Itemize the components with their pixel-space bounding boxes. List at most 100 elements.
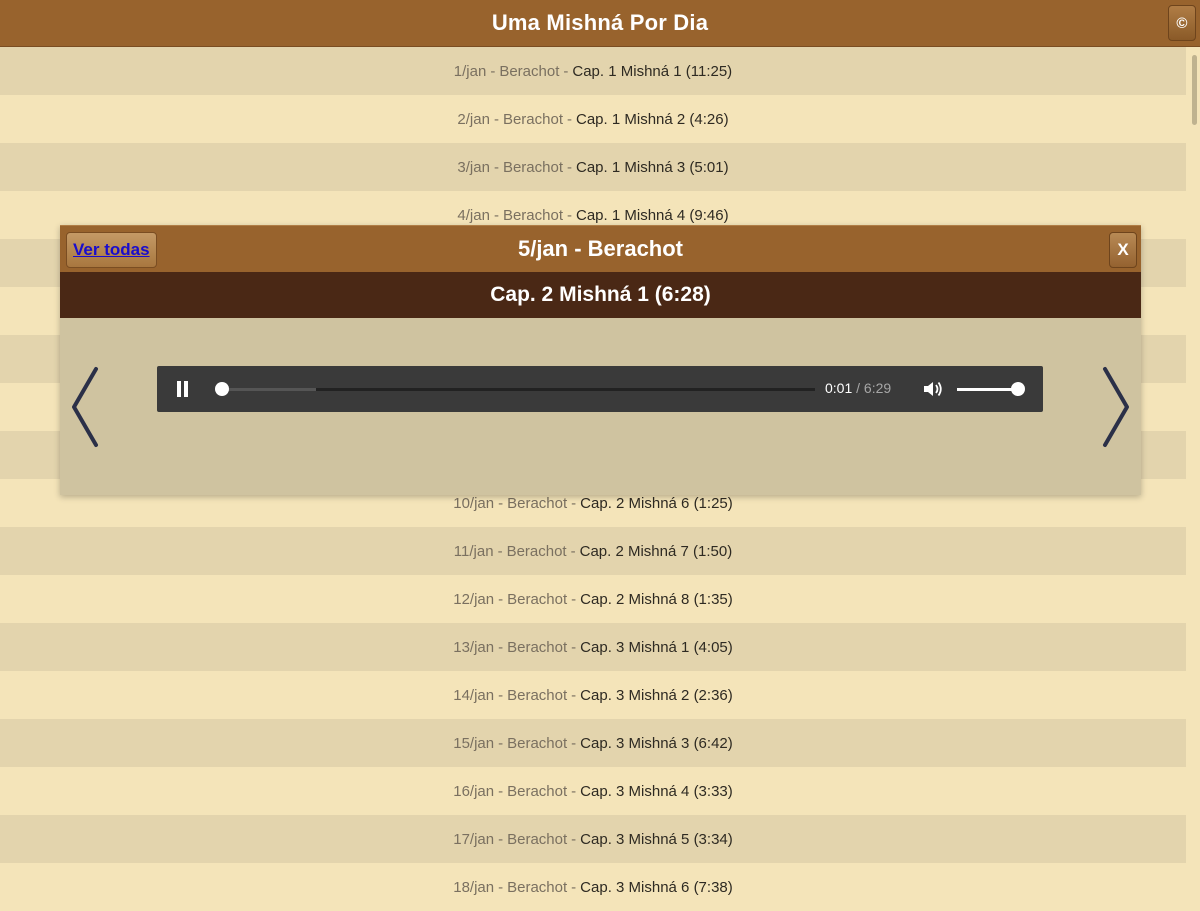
list-item-separator: - [571, 638, 577, 656]
time-display: 0:01 / 6:29 [825, 380, 891, 396]
list-item-chapter: Cap. 3 Mishná 4 (3:33) [580, 782, 733, 800]
list-item-date: 14/jan [453, 686, 495, 704]
pause-icon[interactable] [177, 381, 189, 397]
volume-icon[interactable] [922, 379, 944, 399]
list-item[interactable]: 16/jan - Berachot - Cap. 3 Mishná 4 (3:33) [0, 767, 1186, 815]
list-item-separator: - [571, 782, 577, 800]
audio-player: 0:01 / 6:29 [157, 366, 1043, 412]
copyright-icon: © [1176, 14, 1188, 32]
modal-header: Ver todas 5/jan - Berachot X [60, 225, 1141, 272]
list-item-separator: - [571, 686, 577, 704]
list-item-chapter: Cap. 3 Mishná 2 (2:36) [580, 686, 733, 704]
prev-button[interactable] [65, 365, 105, 449]
list-item-separator: - [567, 110, 572, 128]
list-item-separator: - [571, 830, 577, 848]
list-item-separator: - [498, 830, 504, 848]
list-item-date: 17/jan [453, 830, 495, 848]
list-item[interactable]: 15/jan - Berachot - Cap. 3 Mishná 3 (6:42) [0, 719, 1186, 767]
modal-subtitle: Cap. 2 Mishná 1 (6:28) [60, 272, 1141, 318]
player-modal: Ver todas 5/jan - Berachot X Cap. 2 Mish… [60, 225, 1141, 495]
volume-track[interactable] [957, 388, 1019, 391]
list-item-chapter: Cap. 2 Mishná 7 (1:50) [579, 542, 733, 560]
list-item-chapter: Cap. 1 Mishná 4 (9:46) [576, 206, 729, 224]
scrollbar[interactable] [1186, 47, 1200, 900]
list-item-chapter: Cap. 3 Mishná 5 (3:34) [580, 830, 733, 848]
list-item-tractate: Berachot [507, 878, 568, 896]
list-item-date: 12/jan [453, 590, 495, 608]
total-time: 6:29 [863, 380, 892, 396]
next-button[interactable] [1096, 365, 1136, 449]
list-item-separator: - [493, 110, 499, 128]
list-item[interactable]: 14/jan - Berachot - Cap. 3 Mishná 2 (2:36) [0, 671, 1186, 719]
info-button[interactable]: © [1168, 5, 1196, 41]
list-item-tractate: Berachot [502, 158, 563, 176]
volume-knob[interactable] [1011, 382, 1025, 396]
list-item-tractate: Berachot [507, 734, 568, 752]
chevron-left-icon [72, 367, 98, 447]
ver-todas-button[interactable]: Ver todas [66, 232, 157, 268]
list-item-chapter: Cap. 3 Mishná 6 (7:38) [580, 878, 733, 896]
chevron-right-icon [1103, 367, 1129, 447]
list-item-separator: - [498, 734, 504, 752]
list-item-separator: - [497, 542, 503, 560]
list-item-tractate: Berachot [506, 542, 567, 560]
app-title: Uma Mishná Por Dia [491, 10, 709, 35]
list-item-tractate: Berachot [502, 206, 563, 224]
list-item-tractate: Berachot [507, 494, 568, 512]
list-item-separator: - [571, 494, 577, 512]
list-item[interactable]: 13/jan - Berachot - Cap. 3 Mishná 1 (4:05) [0, 623, 1186, 671]
list-item-date: 15/jan [453, 734, 495, 752]
current-time: 0:01 [825, 380, 853, 396]
list-item-date: 1/jan [453, 62, 487, 80]
list-item-separator: - [498, 590, 504, 608]
list-item-chapter: Cap. 1 Mishná 2 (4:26) [576, 110, 729, 128]
list-item-tractate: Berachot [507, 686, 568, 704]
list-item-date: 13/jan [453, 638, 495, 656]
list-item-tractate: Berachot [507, 782, 568, 800]
list-item[interactable]: 3/jan - Berachot - Cap. 1 Mishná 3 (5:01) [0, 143, 1186, 191]
list-item[interactable]: 18/jan - Berachot - Cap. 3 Mishná 6 (7:38) [0, 863, 1186, 911]
progress-track[interactable] [215, 382, 815, 396]
modal-title: 5/jan - Berachot [517, 236, 684, 261]
list-item-chapter: Cap. 3 Mishná 3 (6:42) [580, 734, 733, 752]
list-item[interactable]: 12/jan - Berachot - Cap. 2 Mishná 8 (1:35) [0, 575, 1186, 623]
list-item-date: 10/jan [453, 494, 495, 512]
list-item-separator: - [571, 590, 577, 608]
close-button[interactable]: X [1109, 232, 1137, 268]
list-item-separator: - [563, 62, 569, 80]
list-item[interactable]: 17/jan - Berachot - Cap. 3 Mishná 5 (3:34) [0, 815, 1186, 863]
list-item-tractate: Berachot [507, 830, 568, 848]
list-item-separator: - [498, 686, 504, 704]
scrollbar-thumb[interactable] [1192, 55, 1197, 125]
list-item-date: 3/jan [457, 158, 490, 176]
list-item-separator: - [498, 782, 504, 800]
time-separator: / [852, 380, 864, 396]
list-item-separator: - [493, 158, 499, 176]
list-item-separator: - [571, 734, 577, 752]
list-item-chapter: Cap. 2 Mishná 6 (1:25) [580, 494, 733, 512]
list-item-separator: - [567, 158, 572, 176]
list-item-date: 11/jan [453, 542, 494, 560]
list-item[interactable]: 11/jan - Berachot - Cap. 2 Mishná 7 (1:50) [0, 527, 1186, 575]
list-item-chapter: Cap. 1 Mishná 1 (11:25) [572, 62, 733, 80]
app-header: Uma Mishná Por Dia © [0, 0, 1200, 46]
list-item-separator: - [570, 542, 576, 560]
list-item-date: 16/jan [453, 782, 495, 800]
list-item-date: 2/jan [457, 110, 490, 128]
list-item-tractate: Berachot [507, 638, 568, 656]
list-item-separator: - [490, 62, 496, 80]
list-item-date: 18/jan [453, 878, 495, 896]
list-item-tractate: Berachot [502, 110, 563, 128]
list-item-separator: - [567, 206, 572, 224]
list-item-chapter: Cap. 1 Mishná 3 (5:01) [576, 158, 729, 176]
list-item-date: 4/jan [457, 206, 490, 224]
list-item[interactable]: 2/jan - Berachot - Cap. 1 Mishná 2 (4:26) [0, 95, 1186, 143]
list-item-separator: - [498, 638, 504, 656]
list-item-separator: - [498, 878, 504, 896]
list-item-chapter: Cap. 3 Mishná 1 (4:05) [580, 638, 733, 656]
progress-knob[interactable] [215, 382, 230, 396]
list-item-chapter: Cap. 2 Mishná 8 (1:35) [580, 590, 733, 608]
list-item-separator: - [493, 206, 499, 224]
progress-buffered [221, 388, 316, 391]
list-item[interactable]: 1/jan - Berachot - Cap. 1 Mishná 1 (11:25) [0, 47, 1186, 95]
